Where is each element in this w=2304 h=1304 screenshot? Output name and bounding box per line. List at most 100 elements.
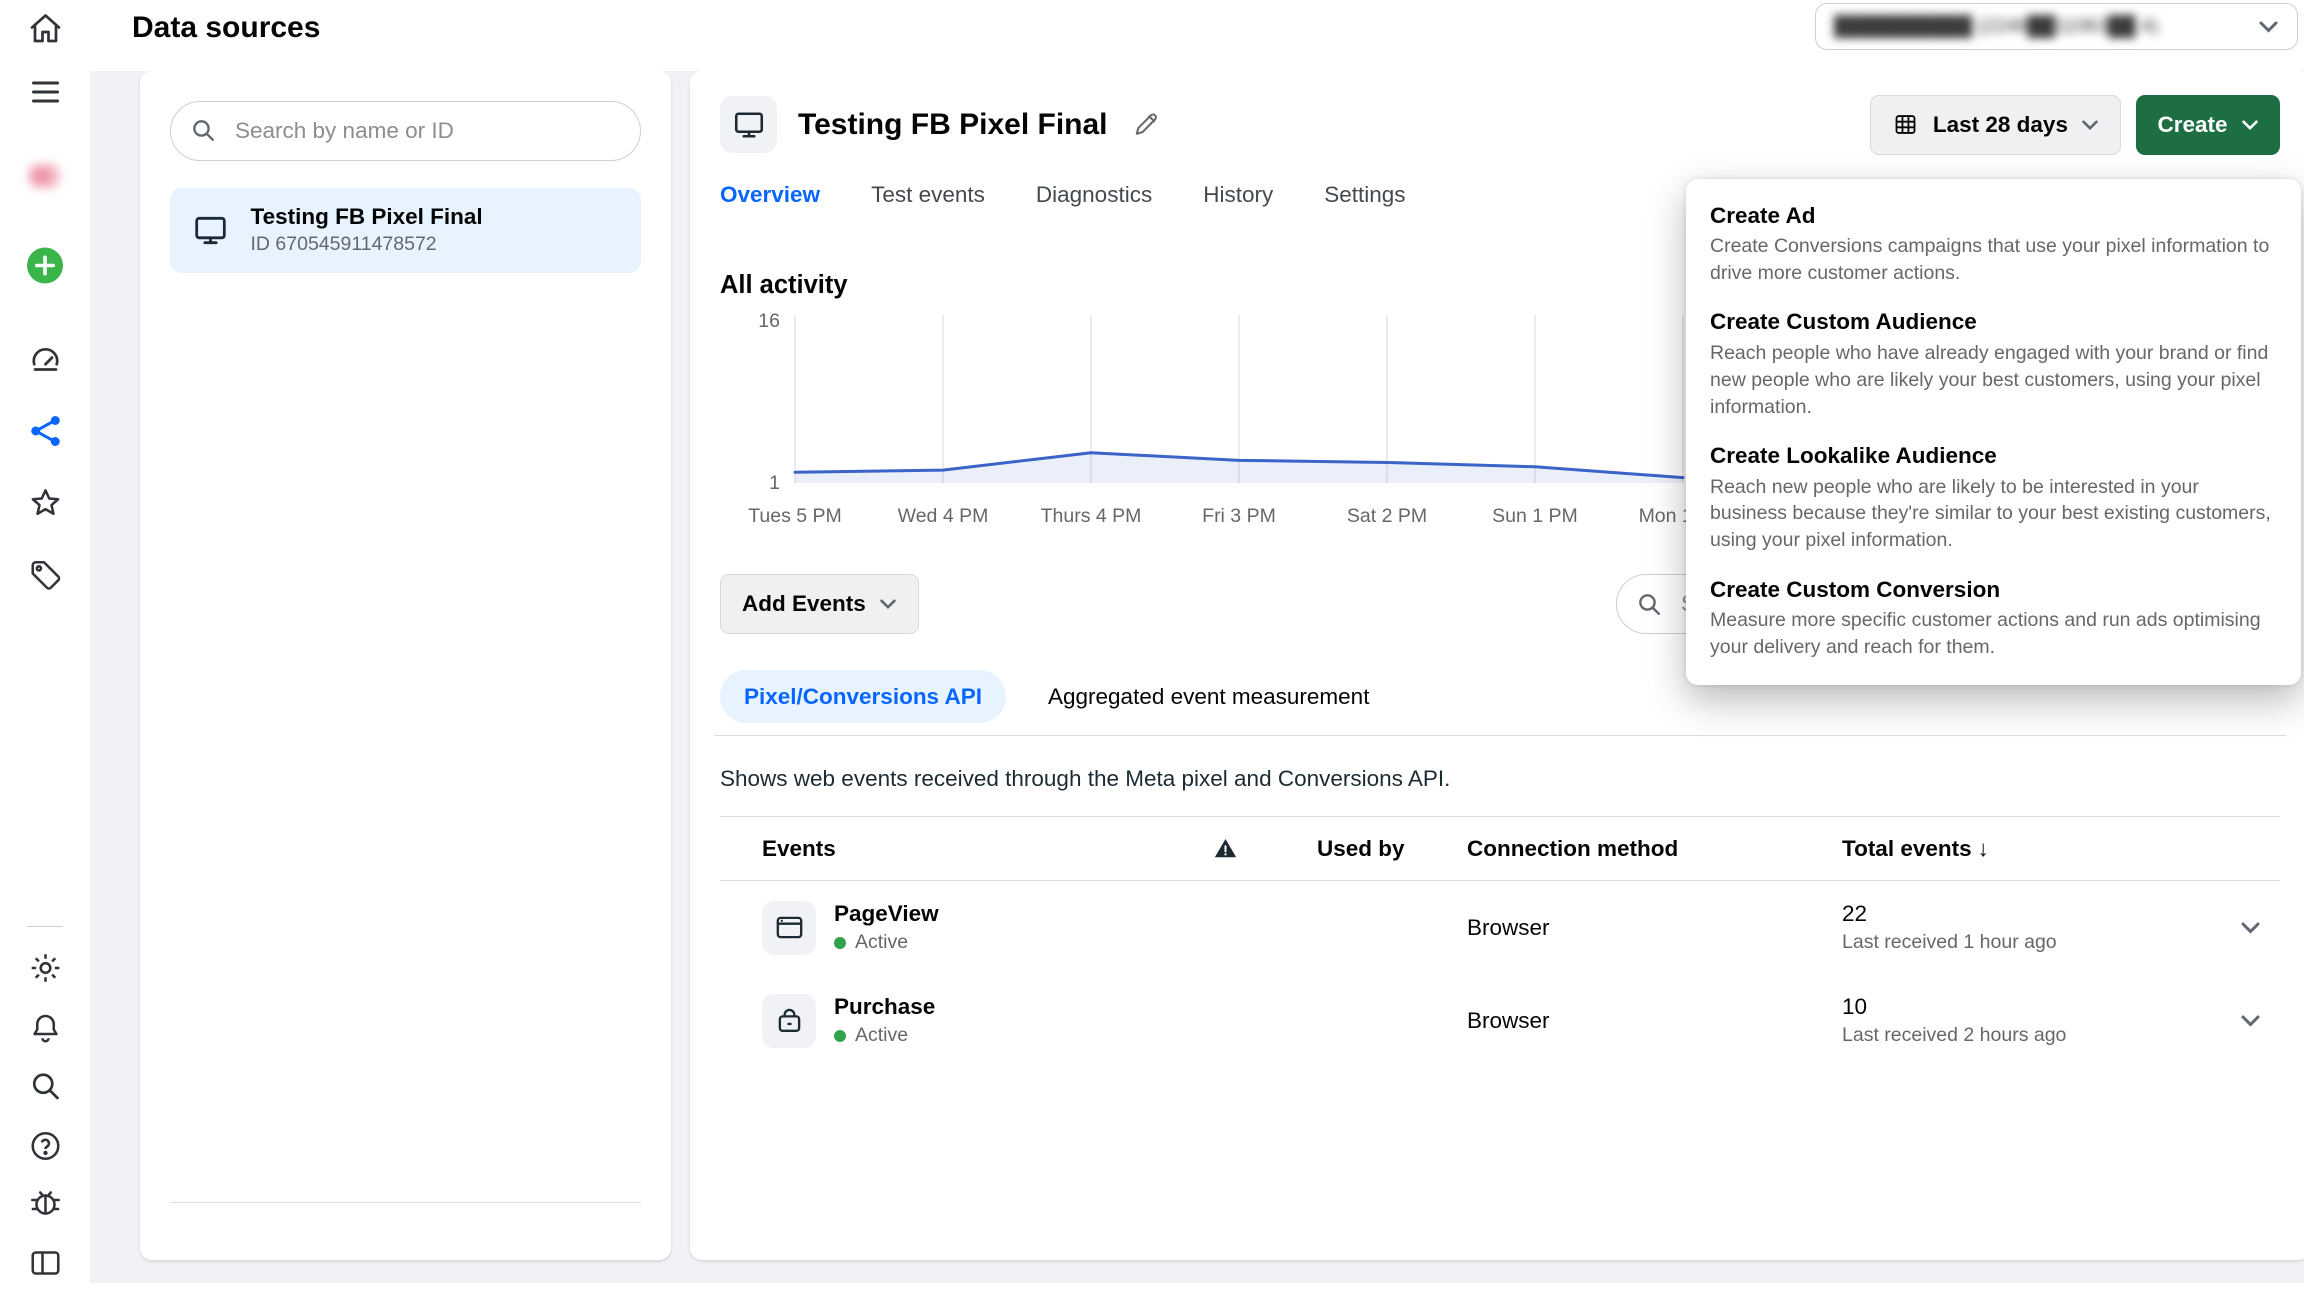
tab-overview[interactable]: Overview — [720, 173, 820, 223]
source-id: ID 670545911478572 — [251, 233, 483, 256]
create-button[interactable]: Create — [2136, 95, 2280, 155]
purchase-bag-icon — [762, 994, 816, 1048]
activity-chart-svg: Tues 5 PM Wed 4 PM Thurs 4 PM Fri 3 PM Sat 2… — [735, 306, 1725, 539]
pixel-title: Testing FB Pixel Final — [798, 108, 1108, 142]
last-received-label: Last received 1 hour ago — [1842, 931, 2220, 954]
tab-settings[interactable]: Settings — [1324, 173, 1405, 223]
search-icon — [189, 116, 218, 145]
menu-item-create-custom-audience[interactable]: Create Custom Audience Reach people who … — [1710, 309, 2277, 420]
total-events-value: 22 — [1842, 901, 2220, 927]
create-button-label: Create — [2157, 112, 2227, 138]
status-active-dot — [834, 937, 846, 949]
data-sources-icon[interactable] — [20, 405, 71, 456]
event-name: PageView — [834, 901, 939, 927]
event-name: Purchase — [834, 994, 935, 1020]
menu-item-title: Create Custom Conversion — [1710, 577, 2277, 603]
expand-row-chevron-icon[interactable] — [2220, 921, 2280, 935]
column-connection-method: Connection method — [1467, 836, 1842, 862]
svg-text:16: 16 — [758, 310, 780, 332]
settings-gear-icon[interactable] — [20, 942, 71, 993]
menu-item-description: Reach new people who are likely to be in… — [1710, 474, 2277, 555]
column-total-events[interactable]: Total events ↓ — [1842, 836, 2220, 862]
events-table-header: Events Used by Connection method Total e… — [720, 816, 2280, 881]
favorites-star-icon[interactable] — [20, 477, 71, 528]
sort-descending-icon: ↓ — [1978, 836, 1989, 862]
notifications-bell-icon[interactable] — [20, 1002, 71, 1053]
source-search — [170, 101, 641, 161]
menu-item-title: Create Custom Audience — [1710, 309, 2277, 335]
svg-text:Thurs 4 PM: Thurs 4 PM — [1041, 505, 1142, 527]
rail-divider — [27, 926, 63, 927]
menu-item-description: Reach people who have already engaged wi… — [1710, 340, 2277, 421]
connection-method-value: Browser — [1467, 915, 1842, 941]
date-range-label: Last 28 days — [1933, 112, 2068, 138]
add-events-button[interactable]: Add Events — [720, 574, 919, 634]
chevron-down-icon — [2241, 119, 2259, 131]
tab-pixel-conversions-api[interactable]: Pixel/Conversions API — [720, 670, 1006, 723]
menu-item-title: Create Lookalike Audience — [1710, 443, 2277, 469]
menu-item-create-ad[interactable]: Create Ad Create Conversions campaigns t… — [1710, 203, 2277, 287]
connection-method-value: Browser — [1467, 1008, 1842, 1034]
total-events-value: 10 — [1842, 994, 2220, 1020]
menu-item-description: Create Conversions campaigns that use yo… — [1710, 233, 2277, 287]
left-nav-rail — [0, 0, 90, 1304]
column-used-by: Used by — [1317, 836, 1467, 862]
panel-divider — [170, 1202, 641, 1203]
account-selector[interactable]: ██████████ (2248██11063██ 4) — [1815, 3, 2298, 50]
pixel-monitor-icon — [720, 96, 777, 153]
bug-report-icon[interactable] — [20, 1178, 71, 1229]
account-selector-label: ██████████ (2248██11063██ 4) — [1834, 15, 2243, 38]
expand-row-chevron-icon[interactable] — [2220, 1014, 2280, 1028]
pageview-browser-icon — [762, 901, 816, 955]
tab-diagnostics[interactable]: Diagnostics — [1036, 173, 1152, 223]
home-icon[interactable] — [20, 3, 71, 54]
chevron-down-icon — [2258, 20, 2279, 34]
svg-text:Wed 4 PM: Wed 4 PM — [898, 505, 989, 527]
section-divider — [714, 735, 2286, 736]
menu-item-title: Create Ad — [1710, 203, 2277, 229]
svg-text:Sun 1 PM: Sun 1 PM — [1492, 505, 1578, 527]
menu-item-create-lookalike-audience[interactable]: Create Lookalike Audience Reach new peop… — [1710, 443, 2277, 554]
calendar-grid-icon — [1892, 111, 1919, 138]
add-shortcut-icon[interactable] — [20, 240, 71, 291]
redacted-shortcut-icon[interactable] — [20, 150, 71, 201]
tab-test-events[interactable]: Test events — [871, 173, 985, 223]
warning-icon — [1212, 835, 1317, 862]
svg-text:1: 1 — [769, 472, 780, 494]
status-active-dot — [834, 1030, 846, 1042]
column-total-events-label: Total events — [1842, 836, 1972, 862]
svg-text:Sat 2 PM: Sat 2 PM — [1347, 505, 1427, 527]
source-search-input[interactable] — [232, 116, 622, 145]
create-dropdown-menu: Create Ad Create Conversions campaigns t… — [1686, 179, 2301, 686]
tab-history[interactable]: History — [1203, 173, 1273, 223]
collapse-panel-icon[interactable] — [20, 1238, 71, 1289]
edit-pencil-icon[interactable] — [1132, 110, 1161, 139]
table-row[interactable]: PageView Active Browser 22 Last received… — [720, 881, 2280, 974]
table-row[interactable]: Purchase Active Browser 10 Last received… — [720, 974, 2280, 1067]
add-events-label: Add Events — [742, 591, 866, 617]
page-title: Data sources — [132, 11, 320, 45]
menu-item-create-custom-conversion[interactable]: Create Custom Conversion Measure more sp… — [1710, 577, 2277, 661]
help-icon[interactable] — [20, 1121, 71, 1172]
chevron-down-icon — [879, 598, 897, 610]
date-range-button[interactable]: Last 28 days — [1870, 95, 2121, 155]
source-name: Testing FB Pixel Final — [251, 204, 483, 230]
tab-aggregated-event-measurement[interactable]: Aggregated event measurement — [1024, 670, 1393, 723]
menu-item-description: Measure more specific customer actions a… — [1710, 607, 2277, 661]
source-list-item[interactable]: Testing FB Pixel Final ID 67054591147857… — [170, 188, 641, 273]
events-table-caption: Shows web events received through the Me… — [720, 766, 2280, 792]
column-events: Events — [762, 836, 1212, 862]
svg-text:Tues 5 PM: Tues 5 PM — [748, 505, 842, 527]
menu-hamburger-icon[interactable] — [20, 66, 71, 117]
offers-tag-icon[interactable] — [20, 549, 71, 600]
search-icon — [1635, 590, 1664, 619]
data-sources-panel: Testing FB Pixel Final ID 67054591147857… — [140, 71, 671, 1261]
last-received-label: Last received 2 hours ago — [1842, 1024, 2220, 1047]
search-icon[interactable] — [20, 1061, 71, 1112]
pixel-monitor-icon — [188, 208, 233, 253]
svg-text:Fri 3 PM: Fri 3 PM — [1202, 505, 1276, 527]
status-label: Active — [855, 1024, 908, 1047]
overview-gauge-icon[interactable] — [20, 333, 71, 384]
status-label: Active — [855, 931, 908, 954]
chevron-down-icon — [2081, 119, 2099, 131]
